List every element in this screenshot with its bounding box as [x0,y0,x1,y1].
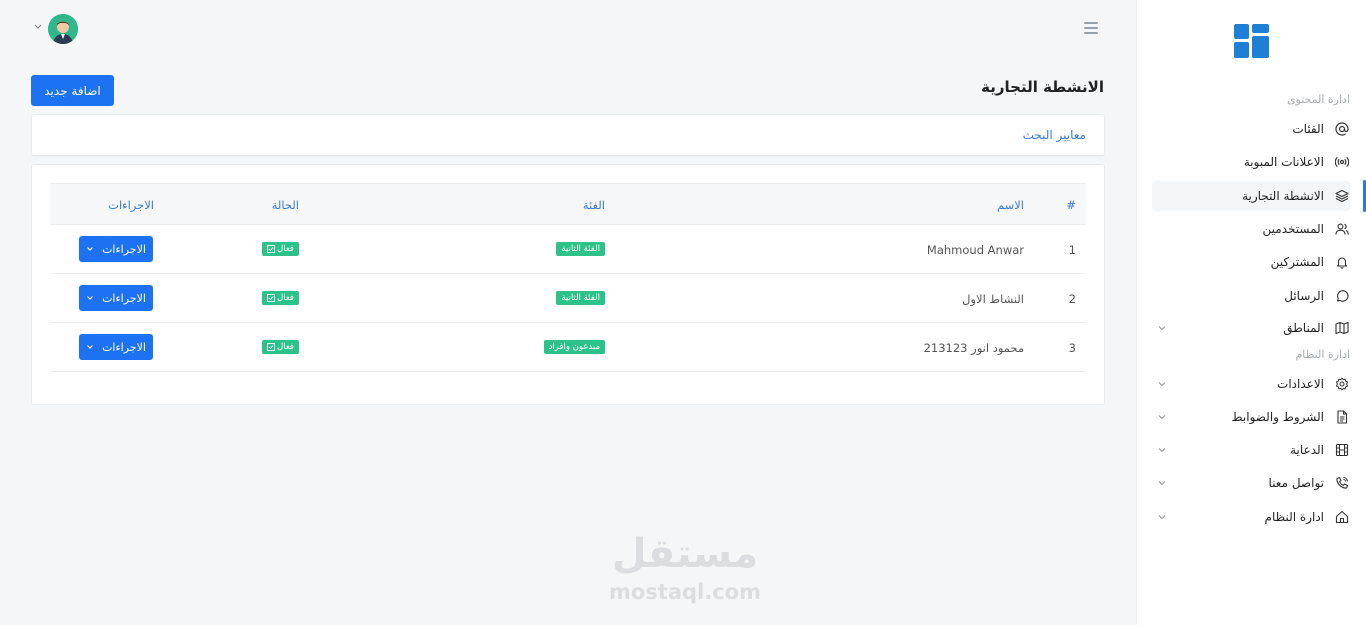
home-icon [1334,509,1350,525]
message-icon [1334,288,1350,304]
column-number: # [1066,198,1076,212]
column-category: الفئة [582,198,605,212]
column-name: الاسم [996,198,1024,212]
logo-icon[interactable] [1234,24,1270,60]
map-icon [1334,320,1350,336]
menu-toggle-icon[interactable] [1084,22,1098,34]
table-row: 1 Mahmoud Anwar الفئة الثانية فعال الاجر… [50,225,1086,274]
check-square-icon [267,245,276,253]
chevron-down-icon [87,247,94,251]
section-label-content: ادارة المحتوى [1286,93,1350,106]
check-square-icon [267,343,276,351]
chevron-down-icon [1158,326,1166,331]
table-row: 3 محمود انور 213123 مبدعون وافراد فعال ا… [50,323,1086,372]
chevron-down-icon [1158,515,1166,520]
row-number: 2 [1068,292,1076,306]
table-row: 2 النشاط الاول الفئة الثانية فعال الاجرا… [50,274,1086,323]
status-badge: فعال [262,291,299,305]
table-header: # الاسم الفئة الحالة الاجراءات [50,183,1086,225]
sidebar-item-settings[interactable]: الاعدادات [1153,369,1350,399]
sidebar-item-subscribers[interactable]: المشتركين [1153,247,1350,277]
sidebar-item-business-activities[interactable]: الانشطة التجارية [1152,181,1350,211]
avatar[interactable] [48,14,78,44]
sidebar-item-categories[interactable]: الفئات [1153,114,1350,144]
chevron-down-icon[interactable] [33,23,43,31]
gear-icon [1334,376,1350,392]
bell-icon [1334,254,1350,270]
sidebar-item-classified-ads[interactable]: الاعلانات المبوبة [1153,147,1350,177]
sidebar-item-terms[interactable]: الشروط والضوابط [1153,402,1350,432]
category-badge: الفئة الثانية [556,242,605,256]
film-icon [1334,442,1350,458]
chevron-down-icon [1158,415,1166,420]
page-title: الانشطة التجارية [981,78,1104,96]
column-actions: الاجراءات [108,198,154,212]
document-icon [1334,409,1350,425]
search-criteria-label[interactable]: معايير البحث [1023,128,1086,142]
category-badge: الفئة الثانية [556,291,605,305]
users-icon [1334,221,1350,237]
sidebar-item-contact-us[interactable]: تواصل معنا [1153,468,1350,498]
section-label-system: ادارة النظام [1295,348,1351,361]
search-criteria-panel[interactable]: معايير البحث [31,114,1105,156]
row-number: 1 [1068,243,1076,257]
actions-dropdown-button[interactable]: الاجراءات [79,334,153,360]
sidebar-item-advertising[interactable]: الدعاية [1153,435,1350,465]
chevron-down-icon [87,345,94,349]
row-name: Mahmoud Anwar [926,243,1024,257]
sidebar-item-users[interactable]: المستخدمين [1153,214,1350,244]
chevron-down-icon [1158,448,1166,453]
check-square-icon [267,294,276,302]
row-number: 3 [1068,341,1076,355]
category-badge: مبدعون وافراد [543,340,605,354]
watermark: مستقل mostaql.com [600,528,770,604]
actions-dropdown-button[interactable]: الاجراءات [79,285,153,311]
sidebar-item-messages[interactable]: الرسائل [1153,281,1350,311]
phone-icon [1334,475,1350,491]
status-badge: فعال [262,340,299,354]
chevron-down-icon [87,296,94,300]
watermark-english: mostaql.com [609,580,761,604]
chevron-down-icon [1158,481,1166,486]
sidebar-item-system-admin[interactable]: ادارة النظام [1153,502,1350,532]
status-badge: فعال [262,242,299,256]
sidebar-item-regions[interactable]: المناطق [1153,313,1350,343]
sidebar: ادارة المحتوى الفئات الاعلانات المبوبة ا… [1136,0,1366,625]
row-name: محمود انور 213123 [923,341,1024,355]
layers-icon [1334,188,1350,204]
watermark-arabic: مستقل [611,531,759,577]
chevron-down-icon [1158,382,1166,387]
activities-table: # الاسم الفئة الحالة الاجراءات 1 Mahmoud… [31,164,1105,405]
column-status: الحالة [271,198,299,212]
row-name: النشاط الاول [962,292,1024,306]
actions-dropdown-button[interactable]: الاجراءات [79,236,153,262]
add-new-button[interactable]: اضافة جديد [31,75,114,106]
broadcast-icon [1334,154,1350,170]
at-icon [1334,121,1350,137]
